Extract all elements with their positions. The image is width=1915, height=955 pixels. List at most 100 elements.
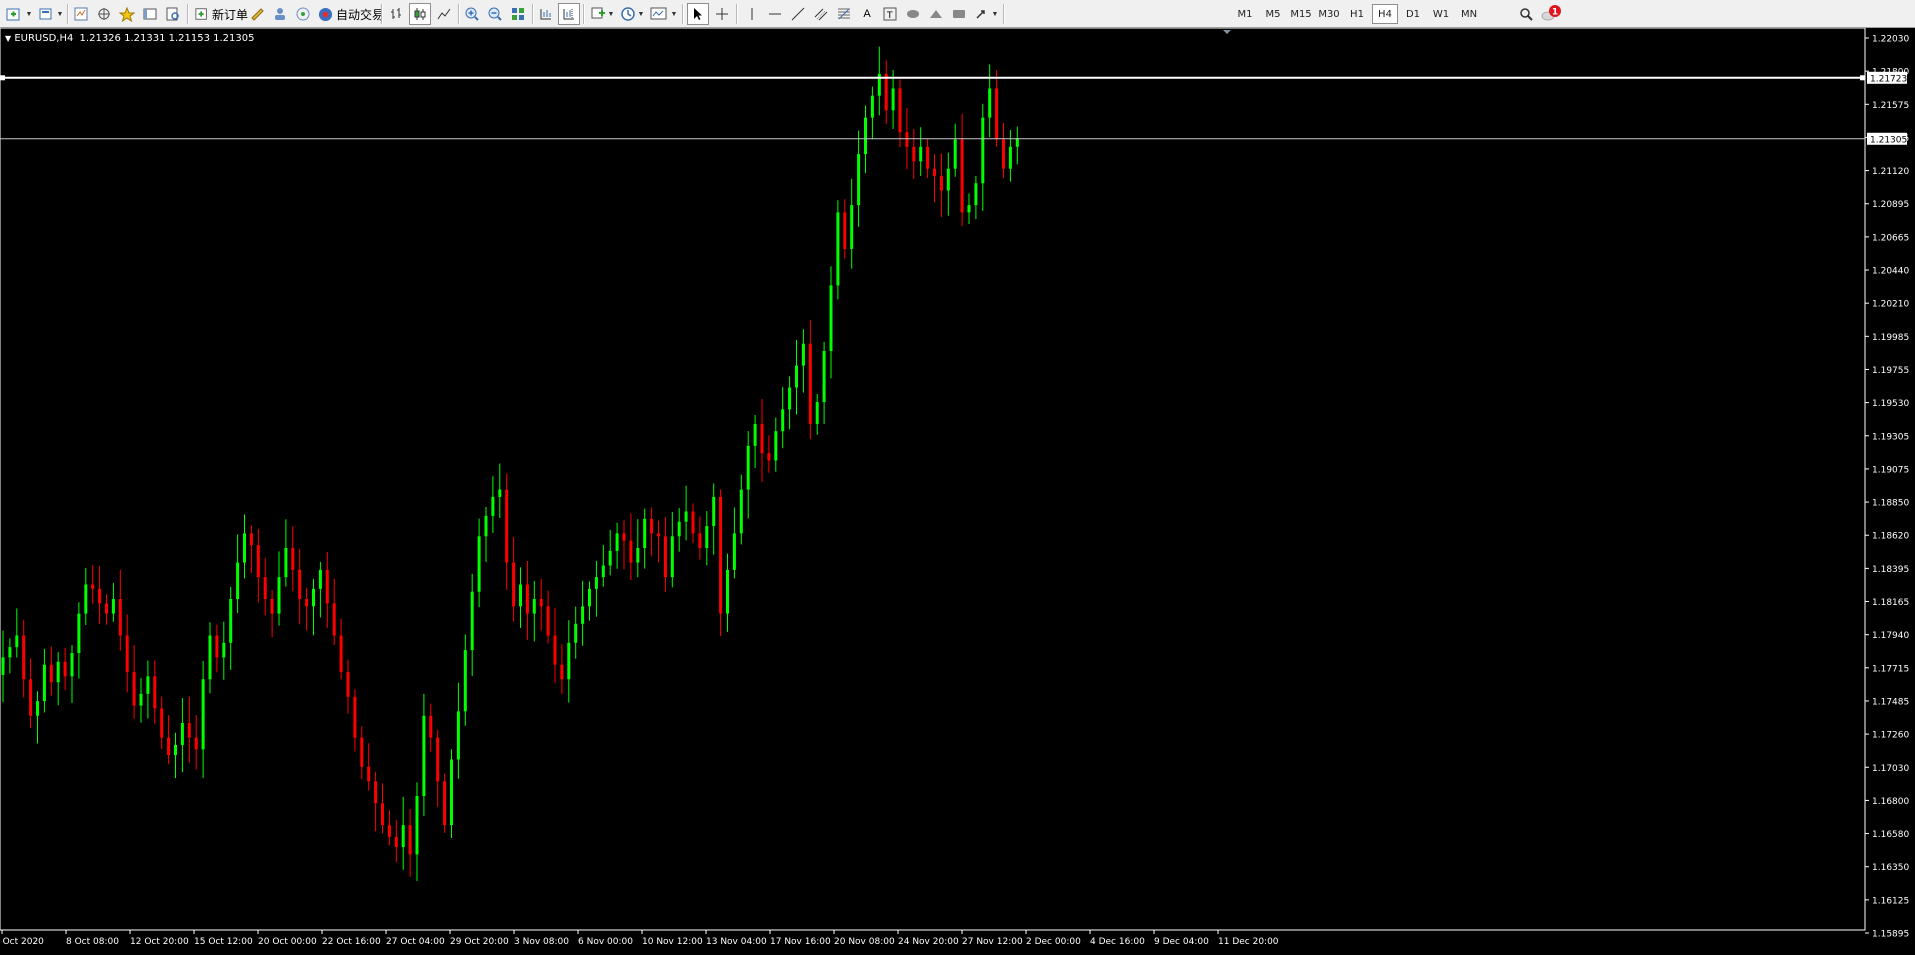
candle <box>346 659 350 714</box>
candle <box>105 594 108 625</box>
account-icon[interactable] <box>269 3 291 25</box>
trendline-icon[interactable] <box>787 3 809 25</box>
candle <box>415 782 419 881</box>
tester-icon[interactable] <box>162 3 184 25</box>
candle-body <box>850 205 854 249</box>
chevron-down-icon[interactable]: ▼ <box>991 3 999 25</box>
market-watch-icon[interactable] <box>70 3 92 25</box>
terminal-icon[interactable] <box>139 3 161 25</box>
rectangle-icon[interactable] <box>948 3 970 25</box>
candlestick-chart-icon[interactable] <box>409 3 431 25</box>
new-order-button[interactable]: 新订单 <box>192 3 251 25</box>
candle <box>98 566 102 624</box>
text-label-icon[interactable]: T <box>879 3 901 25</box>
y-tick-label: 1.18620 <box>1872 532 1909 542</box>
timeframe-h4-button[interactable]: H4 <box>1372 4 1398 24</box>
candle <box>767 435 771 473</box>
candle <box>153 660 157 725</box>
candle-body <box>332 603 336 636</box>
candle <box>643 508 647 569</box>
cursor-icon[interactable] <box>687 3 709 25</box>
chart-menu-icon[interactable]: ▼ <box>5 34 11 43</box>
vertical-line-icon[interactable] <box>741 3 763 25</box>
y-tick-label: 1.21575 <box>1872 101 1909 111</box>
timeframe-m30-button[interactable]: M30 <box>1316 4 1342 24</box>
candle-body <box>912 146 916 162</box>
candlestick-chart[interactable]: 1.220301.218001.215751.213451.211201.208… <box>0 28 1915 955</box>
timeframe-mn-button[interactable]: MN <box>1456 4 1482 24</box>
candle <box>353 689 357 752</box>
candle <box>187 696 191 763</box>
x-tick-label: 24 Nov 20:00 <box>898 937 959 947</box>
crosshair-icon[interactable] <box>711 3 733 25</box>
candle-body <box>318 569 322 589</box>
timeframe-d1-button[interactable]: D1 <box>1400 4 1426 24</box>
chevron-down-icon[interactable]: ▼ <box>670 3 678 25</box>
y-tick-label: 1.17260 <box>1872 731 1909 741</box>
data-window-icon[interactable] <box>93 3 115 25</box>
indicators-icon[interactable] <box>587 3 609 25</box>
timeframe-w1-button[interactable]: W1 <box>1428 4 1454 24</box>
candle <box>222 621 226 680</box>
auto-trading-button[interactable]: 自动交易 <box>315 3 387 25</box>
chart-shift-icon[interactable] <box>558 3 580 25</box>
candle-body <box>560 664 564 680</box>
hline-handle-right <box>1860 75 1865 81</box>
candle-body <box>1008 146 1012 169</box>
templates-icon[interactable] <box>648 3 670 25</box>
y-tick-label: 1.18165 <box>1872 598 1909 608</box>
candle-body <box>732 533 736 570</box>
candle <box>650 507 654 556</box>
equidistant-channel-icon[interactable] <box>810 3 832 25</box>
line-chart-icon[interactable] <box>433 3 455 25</box>
navigator-icon[interactable] <box>116 3 138 25</box>
fibonacci-icon[interactable] <box>833 3 855 25</box>
triangle-icon[interactable] <box>925 3 947 25</box>
new-order-label: 新订单 <box>212 7 249 22</box>
candle-body <box>753 423 757 446</box>
candle <box>167 715 171 765</box>
candle-body <box>926 146 930 169</box>
chevron-down-icon[interactable]: ▼ <box>607 3 615 25</box>
y-tick-label: 1.15895 <box>1872 930 1909 940</box>
notifications-icon[interactable]: 1 <box>1540 3 1562 25</box>
timeframe-m1-button[interactable]: M1 <box>1232 4 1258 24</box>
x-tick-label: 5 Oct 2020 <box>0 937 44 947</box>
ellipse-icon[interactable] <box>902 3 924 25</box>
auto-scroll-icon[interactable] <box>535 3 557 25</box>
arrows-icon[interactable] <box>971 3 993 25</box>
candle <box>305 587 309 631</box>
candle-body <box>615 533 619 551</box>
hline-handle-left <box>0 75 5 81</box>
candle-body <box>194 737 198 750</box>
zoom-in-icon[interactable] <box>461 3 483 25</box>
profiles-icon[interactable] <box>35 3 57 25</box>
text-icon[interactable]: A <box>856 3 878 25</box>
meta-editor-icon[interactable] <box>246 3 268 25</box>
hline-price-label: 1.21723 <box>1870 74 1907 84</box>
search-icon[interactable] <box>1515 3 1537 25</box>
signal-icon[interactable] <box>292 3 314 25</box>
candle-body <box>691 511 695 534</box>
horizontal-line-icon[interactable] <box>764 3 786 25</box>
candle <box>870 86 874 140</box>
timeframe-h1-button[interactable]: H1 <box>1344 4 1370 24</box>
periods-icon[interactable] <box>617 3 639 25</box>
bar-chart-icon[interactable] <box>386 3 408 25</box>
chevron-down-icon[interactable]: ▼ <box>56 3 64 25</box>
zoom-out-icon[interactable] <box>484 3 506 25</box>
timeframe-m15-button[interactable]: M15 <box>1288 4 1314 24</box>
candle-body <box>491 496 495 516</box>
candle-body <box>739 489 743 534</box>
candle <box>691 503 695 544</box>
tile-windows-icon[interactable] <box>507 3 529 25</box>
chevron-down-icon[interactable]: ▼ <box>637 3 645 25</box>
timeframe-m5-button[interactable]: M5 <box>1260 4 1286 24</box>
chart-window[interactable]: 1.220301.218001.215751.213451.211201.208… <box>0 28 1915 955</box>
candle-body <box>581 606 585 624</box>
new-chart-icon[interactable] <box>3 3 25 25</box>
chevron-down-icon[interactable]: ▼ <box>25 3 33 25</box>
candle <box>42 648 46 713</box>
candle <box>746 431 750 519</box>
candle-body <box>1002 139 1005 169</box>
